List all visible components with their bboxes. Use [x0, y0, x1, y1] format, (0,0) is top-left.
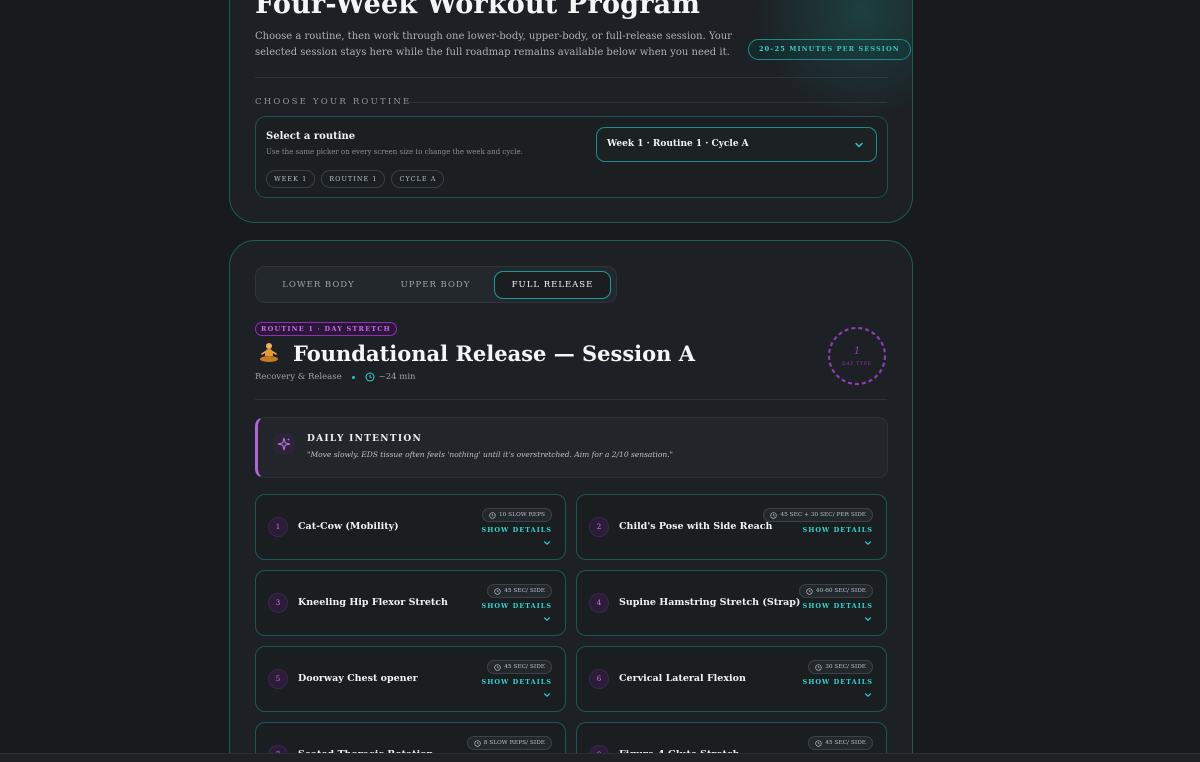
- routine-select[interactable]: Week 1 · Routine 1 · Cycle A: [596, 127, 877, 162]
- day-stamp-number: 1: [854, 346, 860, 357]
- show-details-button[interactable]: SHOW DETAILS: [803, 526, 873, 534]
- exercise-card[interactable]: 2 Child's Pose with Side Reach 45 SEC + …: [576, 494, 887, 560]
- chevron-down-icon[interactable]: [864, 539, 872, 547]
- timer-icon: [474, 739, 481, 747]
- session-title: Foundational Release — Session A: [293, 340, 696, 366]
- chip-cycle: CYCLE A: [391, 170, 445, 188]
- timer-icon: [770, 511, 778, 519]
- show-details-button[interactable]: SHOW DETAILS: [803, 602, 873, 610]
- show-details-button[interactable]: SHOW DETAILS: [482, 526, 552, 534]
- picker-hint: Use the same picker on every screen size…: [266, 148, 523, 156]
- exercise-dose: 45 SEC/ SIDE: [487, 660, 552, 674]
- dose-text: 40-60 SEC/ SIDE: [815, 588, 866, 594]
- exercise-card[interactable]: 4 Supine Hamstring Stretch (Strap) 40-60…: [576, 570, 887, 636]
- divider: [255, 77, 888, 78]
- clock-icon: [365, 372, 375, 382]
- chevron-down-icon[interactable]: [864, 691, 872, 699]
- exercise-card[interactable]: 3 Kneeling Hip Flexor Stretch 45 SEC/ SI…: [255, 570, 566, 636]
- timer-icon: [806, 587, 813, 595]
- picker-title: Select a routine: [266, 131, 356, 142]
- timer-icon: [815, 663, 822, 671]
- dose-text: 45 SEC/ SIDE: [825, 740, 866, 746]
- show-details-button[interactable]: SHOW DETAILS: [803, 678, 873, 686]
- exercise-dose: 30 SEC/ SIDE: [808, 660, 873, 674]
- exercise-number: 6: [589, 669, 609, 689]
- timer-icon: [815, 739, 822, 747]
- divider: [255, 399, 887, 400]
- program-header-card: Four-Week Workout Program Choose a routi…: [229, 0, 913, 223]
- daily-intention: DAILY INTENTION "Move slowly. EDS tissue…: [255, 417, 888, 478]
- chevron-down-icon[interactable]: [864, 615, 872, 623]
- duration-badge: 20–25 MINUTES PER SESSION: [748, 39, 911, 60]
- chevron-down-icon[interactable]: [543, 539, 551, 547]
- exercise-name: Cat-Cow (Mobility): [298, 521, 399, 532]
- dose-text: 10 SLOW REPS: [498, 512, 545, 518]
- show-details-button[interactable]: SHOW DETAILS: [482, 678, 552, 686]
- chip-routine: ROUTINE 1: [321, 170, 386, 188]
- body-area-tabs: LOWER BODY UPPER BODY FULL RELEASE: [255, 266, 617, 303]
- exercise-name: Doorway Chest opener: [298, 673, 418, 684]
- exercise-number: 3: [268, 593, 288, 613]
- dose-text: 30 SEC/ SIDE: [825, 664, 866, 670]
- exercise-dose: 45 SEC/ SIDE: [487, 584, 552, 598]
- show-details-button[interactable]: SHOW DETAILS: [482, 602, 552, 610]
- exercise-card[interactable]: 5 Doorway Chest opener 45 SEC/ SIDE SHOW…: [255, 646, 566, 712]
- day-stamp-text: DAY TYPE: [842, 361, 872, 367]
- session-duration: ~24 min: [378, 372, 416, 382]
- dose-text: 45 SEC + 30 SEC/ PER SIDE: [780, 512, 866, 518]
- session-meta: Recovery & Release ~24 min: [255, 372, 416, 382]
- exercise-number: 4: [589, 593, 609, 613]
- exercise-name: Child's Pose with Side Reach: [619, 521, 773, 532]
- sparkle-icon: [273, 433, 295, 455]
- page-title: Four-Week Workout Program: [255, 0, 701, 20]
- dose-text: 45 SEC/ SIDE: [504, 664, 545, 670]
- exercise-card[interactable]: 6 Cervical Lateral Flexion 30 SEC/ SIDE …: [576, 646, 887, 712]
- chevron-down-icon: [855, 142, 863, 148]
- page-description: Choose a routine, then work through one …: [255, 31, 732, 58]
- session-card: LOWER BODY UPPER BODY FULL RELEASE ROUTI…: [229, 240, 913, 762]
- dose-text: 45 SEC/ SIDE: [504, 588, 545, 594]
- exercise-dose: 45 SEC/ SIDE: [808, 736, 873, 750]
- exercise-dose: 8 SLOW REPS/ SIDE: [466, 736, 552, 750]
- chevron-down-icon[interactable]: [543, 691, 551, 699]
- section-label: CHOOSE YOUR ROUTINE: [255, 97, 412, 107]
- exercise-card[interactable]: 1 Cat-Cow (Mobility) 10 SLOW REPS SHOW D…: [255, 494, 566, 560]
- intention-label: DAILY INTENTION: [307, 434, 423, 444]
- timer-icon: [494, 663, 501, 671]
- chevron-down-icon[interactable]: [543, 615, 551, 623]
- exercise-number: 2: [589, 517, 609, 537]
- exercise-name: Kneeling Hip Flexor Stretch: [298, 597, 448, 608]
- section-divider: [405, 102, 887, 103]
- timer-icon: [494, 587, 501, 595]
- session-category: Recovery & Release: [255, 372, 342, 382]
- timer-icon: [489, 511, 496, 519]
- routine-select-value: Week 1 · Routine 1 · Cycle A: [607, 139, 749, 149]
- routine-chips: WEEK 1 ROUTINE 1 CYCLE A: [266, 170, 445, 188]
- exercise-dose: 40-60 SEC/ SIDE: [798, 584, 873, 598]
- intention-text: "Move slowly. EDS tissue often feels 'no…: [307, 450, 673, 459]
- tab-upper-body[interactable]: UPPER BODY: [377, 271, 494, 299]
- tab-lower-body[interactable]: LOWER BODY: [260, 271, 377, 299]
- exercise-number: 5: [268, 669, 288, 689]
- day-type-stamp: 1 DAY TYPE: [827, 326, 887, 386]
- tab-full-release[interactable]: FULL RELEASE: [494, 271, 611, 299]
- viewport-bottom-edge: [0, 753, 1200, 762]
- session-title-row: Foundational Release — Session A: [255, 339, 695, 367]
- exercise-number: 1: [268, 517, 288, 537]
- dose-text: 8 SLOW REPS/ SIDE: [483, 740, 545, 746]
- exercise-name: Cervical Lateral Flexion: [619, 673, 746, 684]
- meta-separator: [351, 375, 355, 379]
- routine-picker-panel: Select a routine Use the same picker on …: [255, 116, 888, 198]
- exercise-dose: 10 SLOW REPS: [481, 508, 552, 522]
- chip-week: WEEK 1: [266, 170, 316, 188]
- routine-tag: ROUTINE 1 · DAY STRETCH: [255, 322, 397, 336]
- exercise-name: Supine Hamstring Stretch (Strap): [619, 597, 801, 608]
- exercise-dose: 45 SEC + 30 SEC/ PER SIDE: [763, 508, 873, 522]
- meditation-icon: [255, 339, 283, 367]
